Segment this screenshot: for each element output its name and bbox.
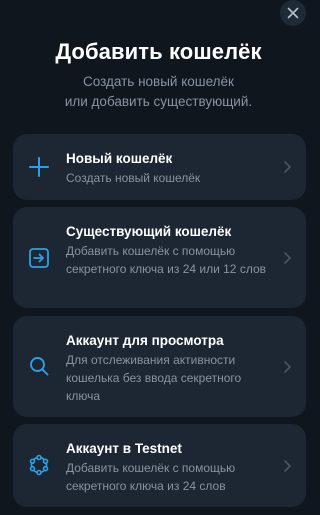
option-description: Для отслеживания активности кошелька без… [66,353,242,403]
option-testnet-account[interactable]: Аккаунт в Testnet Добавить кошелёк с пом… [13,424,306,507]
option-new-wallet[interactable]: Новый кошелёк Создать новый кошелёк [13,134,306,200]
subtitle-line-2: или добавить существующий. [64,94,253,109]
option-description: Добавить кошелёк с помощью секретного кл… [66,461,236,493]
subtitle-line-1: Создать новый кошелёк [83,74,234,89]
chevron-right-icon [284,460,291,472]
modal-title: Добавить кошелёк [55,39,262,64]
add-wallet-modal: Добавить кошелёк Создать новый кошелёк и… [0,0,317,515]
modal-subtitle: Создать новый кошелёк или добавить сущес… [0,72,317,112]
option-description: Создать новый кошелёк [66,171,201,185]
option-title: Новый кошелёк [66,151,173,166]
plus-icon [29,157,49,177]
chevron-right-icon [284,161,291,173]
testnet-icon [29,454,49,476]
chevron-right-icon [284,252,291,264]
option-watch-account[interactable]: Аккаунт для просмотра Для отслеживания а… [13,316,306,417]
search-icon [30,357,49,376]
import-icon [29,248,49,268]
close-button[interactable] [280,0,306,26]
close-icon [287,7,299,19]
option-title: Аккаунт в Testnet [66,441,182,456]
chevron-right-icon [284,361,291,373]
option-title: Аккаунт для просмотра [66,333,224,348]
option-title: Существующий кошелёк [66,224,232,239]
option-description: Добавить кошелёк с помощью секретного кл… [66,244,267,276]
option-existing-wallet[interactable]: Существующий кошелёк Добавить кошелёк с … [13,207,306,308]
